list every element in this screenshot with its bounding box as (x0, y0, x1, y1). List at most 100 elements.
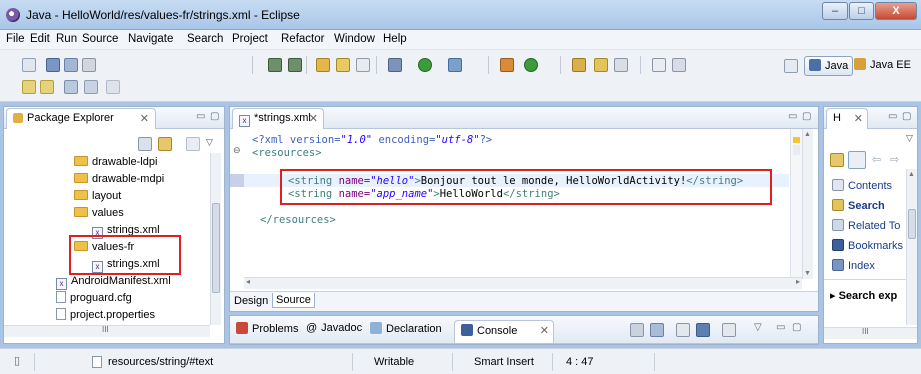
maximize-editor-icon[interactable]: ▢ (802, 111, 811, 122)
help-toolbar-icon[interactable] (830, 153, 844, 167)
tree-item-android-manifest[interactable]: x AndroidManifest.xml (56, 273, 171, 290)
new-test-project-icon[interactable] (336, 58, 350, 72)
help-item-search[interactable]: Search (832, 199, 885, 212)
avd-manager-icon[interactable] (288, 58, 302, 72)
open-console-icon[interactable] (722, 323, 736, 337)
menu-edit[interactable]: Edit (30, 33, 50, 45)
close-tab-icon[interactable]: ✕ (140, 112, 149, 125)
minimize-view-icon[interactable]: ▭ (776, 322, 785, 333)
menu-project[interactable]: Project (232, 33, 268, 45)
minimize-editor-icon[interactable]: ▭ (788, 111, 797, 122)
menu-search[interactable]: Search (187, 33, 223, 45)
minimize-view-icon[interactable]: ▭ (888, 111, 897, 122)
menu-navigate[interactable]: Navigate (128, 33, 173, 45)
menu-source[interactable]: Source (82, 33, 118, 45)
save-all-icon[interactable] (64, 58, 78, 72)
open-perspective-icon[interactable] (784, 59, 798, 73)
clear-console-icon[interactable] (630, 323, 644, 337)
scroll-thumb[interactable] (212, 203, 220, 293)
perspective-java[interactable]: Java (804, 56, 854, 76)
back-icon[interactable]: ⇦ (872, 153, 881, 166)
next-annotation-icon[interactable] (22, 80, 36, 94)
minimize-button[interactable]: – (822, 2, 848, 20)
menu-window[interactable]: Window (334, 33, 375, 45)
close-tab-icon[interactable]: ✕ (540, 324, 549, 337)
maximize-view-icon[interactable]: ▢ (902, 111, 911, 122)
close-tab-icon[interactable]: ✕ (854, 112, 863, 125)
tree-item-values[interactable]: values (74, 205, 124, 221)
code-line-1[interactable]: <?xml version="1.0" encoding="utf-8"?> (252, 134, 492, 146)
help-item-contents[interactable]: Contents (832, 179, 892, 192)
open-type-icon[interactable] (572, 58, 586, 72)
save-icon[interactable] (46, 58, 60, 72)
view-menu-chevron-icon[interactable]: ▽ (206, 137, 213, 148)
tab-problems[interactable]: Problems (236, 322, 298, 335)
help-item-bookmarks[interactable]: Bookmarks (832, 239, 903, 252)
help-vscroll[interactable]: ▲ (906, 169, 917, 325)
tree-item-drawable-ldpi[interactable]: drawable-ldpi (74, 154, 157, 170)
package-explorer-hscroll[interactable]: III (4, 325, 210, 337)
view-menu-chevron-icon[interactable]: ▽ (754, 322, 762, 333)
minimize-view-icon[interactable]: ▭ (196, 111, 205, 122)
external-tools-icon[interactable] (448, 58, 462, 72)
new-java-class-icon[interactable] (524, 58, 538, 72)
tree-item-proguard-cfg[interactable]: proguard.cfg (56, 290, 132, 306)
close-tab-icon[interactable]: ✕ (309, 112, 318, 125)
tab-strings-xml[interactable]: x *strings.xml ✕ (232, 108, 324, 129)
show-whitespace-icon[interactable] (672, 58, 686, 72)
run-icon[interactable] (418, 58, 432, 72)
fast-view-icon[interactable]: ▯ (14, 354, 20, 367)
scroll-left-icon[interactable]: ◂ (246, 277, 250, 286)
maximize-view-icon[interactable]: ▢ (792, 322, 801, 333)
back-icon[interactable] (84, 80, 98, 94)
new-android-project-icon[interactable] (316, 58, 330, 72)
new-icon[interactable] (22, 58, 36, 72)
scroll-thumb[interactable] (908, 209, 916, 239)
search-expression-section[interactable]: ▸ Search exp (830, 289, 897, 302)
close-button[interactable]: X (875, 2, 917, 20)
maximize-view-icon[interactable]: ▢ (210, 111, 219, 122)
new-java-package-icon[interactable] (500, 58, 514, 72)
code-line-5[interactable]: </resources> (260, 214, 336, 226)
maximize-button[interactable]: □ (849, 2, 874, 20)
tree-item-drawable-mdpi[interactable]: drawable-mdpi (74, 171, 164, 187)
collapse-all-icon[interactable] (138, 137, 152, 151)
scroll-up-icon[interactable]: ▲ (908, 171, 915, 178)
scroll-lock-icon[interactable] (650, 323, 664, 337)
link-with-editor-icon[interactable] (158, 137, 172, 151)
debug-icon[interactable] (388, 58, 402, 72)
view-menu-icon[interactable] (186, 137, 200, 151)
tree-item-project-properties[interactable]: project.properties (56, 307, 155, 323)
code-line-2[interactable]: <resources> (252, 147, 322, 159)
editor-vscroll[interactable]: ▲ ▼ (802, 129, 813, 279)
last-edit-icon[interactable] (64, 80, 78, 94)
new-xml-file-icon[interactable] (356, 58, 370, 72)
editor-hscroll[interactable]: ◂ ▸ (244, 277, 802, 289)
menu-help[interactable]: Help (383, 33, 407, 45)
tab-design[interactable]: Design (234, 295, 268, 307)
perspective-javaee[interactable]: Java EE (850, 56, 915, 76)
tab-source[interactable]: Source (272, 293, 315, 308)
package-explorer-vscroll[interactable] (210, 153, 221, 325)
help-item-index[interactable]: Index (832, 259, 875, 272)
tab-javadoc[interactable]: @ Javadoc (306, 322, 362, 334)
display-console-icon[interactable] (696, 323, 710, 337)
tab-help[interactable]: H ✕ (826, 108, 868, 129)
annotation-marker[interactable] (793, 137, 800, 143)
print-icon[interactable] (82, 58, 96, 72)
help-item-related-topics[interactable]: Related To (832, 219, 900, 232)
tree-item-layout[interactable]: layout (74, 188, 121, 204)
forward-icon[interactable]: ⇨ (890, 153, 899, 166)
open-task-icon[interactable] (594, 58, 608, 72)
android-sdk-icon[interactable] (268, 58, 282, 72)
previous-annotation-icon[interactable] (40, 80, 54, 94)
tab-package-explorer[interactable]: Package Explorer ✕ (6, 108, 156, 129)
pin-console-icon[interactable] (676, 323, 690, 337)
help-hscroll[interactable]: III (824, 327, 917, 339)
search-icon[interactable] (614, 58, 628, 72)
show-in-all-topics-icon[interactable] (848, 151, 866, 169)
scroll-right-icon[interactable]: ▸ (796, 277, 800, 286)
forward-icon[interactable] (106, 80, 120, 94)
fold-icon[interactable]: ⊖ (233, 145, 241, 156)
menu-run[interactable]: Run (56, 33, 77, 45)
